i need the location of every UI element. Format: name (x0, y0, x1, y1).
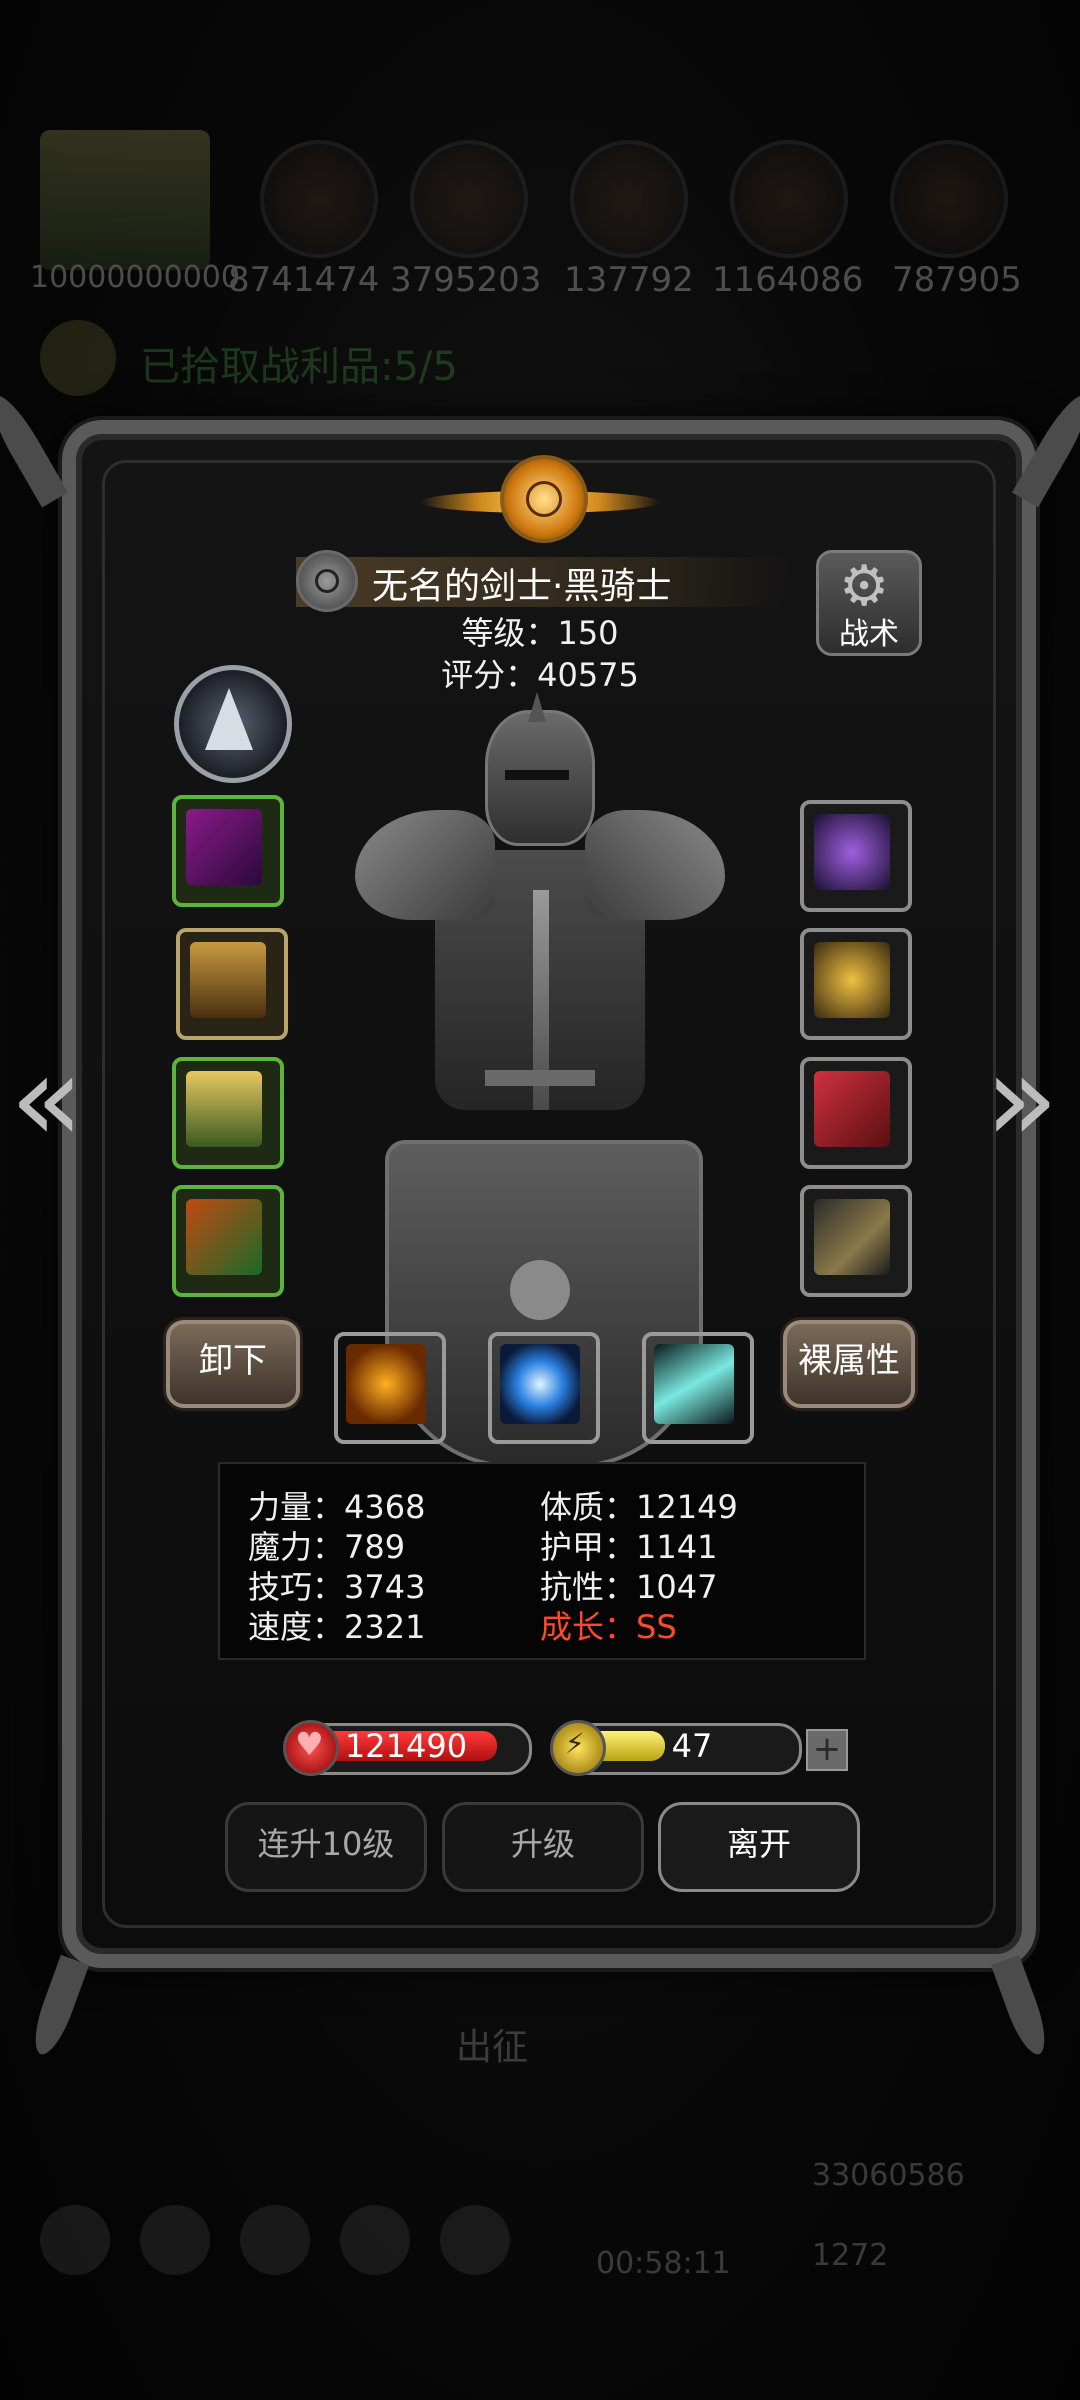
avatar-value: 10000000000 (30, 260, 240, 295)
player-avatar (40, 130, 210, 270)
resource-icon (260, 140, 378, 258)
next-hero-arrow[interactable]: » (985, 1040, 1058, 1160)
golden-charm-icon (814, 942, 890, 1018)
equip-slot-orb[interactable] (800, 800, 912, 912)
resource-icon (730, 140, 848, 258)
chest-armor-icon (190, 942, 266, 1018)
skill-slot-3[interactable] (642, 1332, 754, 1444)
rune-staff-icon (186, 1199, 262, 1275)
unequip-button[interactable]: 卸下 (166, 1320, 300, 1408)
hp-value: 121490 (344, 1727, 468, 1765)
equip-slot-staff[interactable] (172, 1185, 284, 1297)
hero-level: 等级：150 (461, 614, 619, 652)
knight-pauldron-left (355, 810, 495, 920)
add-energy-button[interactable]: + (806, 1729, 848, 1771)
equip-slot-blade[interactable] (800, 1185, 912, 1297)
base-attributes-label: 裸属性 (798, 1341, 900, 1381)
rank-badge-icon (296, 550, 358, 612)
stat-growth: 成长：SS (540, 1608, 677, 1646)
upgrade-10-button[interactable]: 连升10级 (225, 1802, 427, 1892)
dark-blade-icon (814, 1199, 890, 1275)
menu-icon (40, 2205, 110, 2275)
hero-score: 评分：40575 (441, 656, 639, 694)
tactics-label: 战术 (839, 617, 899, 652)
upgrade-label: 升级 (510, 1825, 575, 1863)
deploy-label: 出征 (456, 2027, 529, 2068)
resource-value: 787905 (892, 260, 1022, 300)
gold-value: 33060586 (812, 2158, 965, 2193)
resource-value: 1164086 (712, 260, 864, 300)
equip-slot-weapon[interactable] (172, 795, 284, 907)
resource-row: 10000000000 8741474 3795203 137792 11640… (30, 120, 1050, 310)
resource-value: 8741474 (228, 260, 380, 300)
equip-slot-gauntlet[interactable] (800, 1057, 912, 1169)
menu-icon (140, 2205, 210, 2275)
timer: 00:58:11 (596, 2246, 731, 2281)
quest-icon (40, 320, 116, 396)
shield-skull-emblem (510, 1260, 570, 1320)
stat-speed: 速度：2321 (248, 1608, 426, 1646)
upgrade-button[interactable]: 升级 (442, 1802, 644, 1892)
resource-value: 137792 (564, 260, 694, 300)
hero-name: 无名的剑士·黑骑士 (372, 566, 672, 607)
gear-icon: ⚙ (839, 554, 890, 619)
skill-slot-1[interactable] (334, 1332, 446, 1444)
dark-orb-icon (814, 814, 890, 890)
slash-skill-icon (654, 1344, 734, 1424)
upgrade-10-label: 连升10级 (257, 1825, 395, 1863)
menu-icon (240, 2205, 310, 2275)
base-attributes-button[interactable]: 裸属性 (783, 1320, 915, 1408)
equip-slot-relic[interactable] (172, 1057, 284, 1169)
resource-icon (890, 140, 1008, 258)
knight-pauldron-right (585, 810, 725, 920)
red-gauntlet-icon (814, 1071, 890, 1147)
panel-emblem (410, 455, 670, 545)
eye-skill-icon (500, 1344, 580, 1424)
helm-relic-icon (186, 1071, 262, 1147)
unequip-label: 卸下 (199, 1341, 267, 1381)
energy-value: 47 (671, 1727, 713, 1765)
sword-guard (485, 1070, 595, 1086)
resource-icon (570, 140, 688, 258)
emblem-core (500, 455, 588, 543)
staff-icon (186, 809, 262, 885)
resource-value: 3795203 (390, 260, 542, 300)
menu-icon (340, 2205, 410, 2275)
equip-slot-armor[interactable] (176, 928, 288, 1040)
quest-tracker: 已拾取战利品:5/5 (40, 320, 740, 400)
tactics-button[interactable]: ⚙ 战术 (816, 550, 922, 656)
quest-text: 已拾取战利品:5/5 (140, 344, 458, 390)
gem-value: 1272 (812, 2238, 889, 2273)
menu-icon (440, 2205, 510, 2275)
hero-class-icon[interactable] (174, 665, 292, 783)
equip-slot-charm[interactable] (800, 928, 912, 1040)
leave-button[interactable]: 离开 (658, 1802, 860, 1892)
resource-icon (410, 140, 528, 258)
helm-visor (505, 770, 569, 780)
leave-label: 离开 (726, 1825, 791, 1863)
skill-slot-2[interactable] (488, 1332, 600, 1444)
prev-hero-arrow[interactable]: « (10, 1040, 83, 1160)
shield-skill-icon (346, 1344, 426, 1424)
